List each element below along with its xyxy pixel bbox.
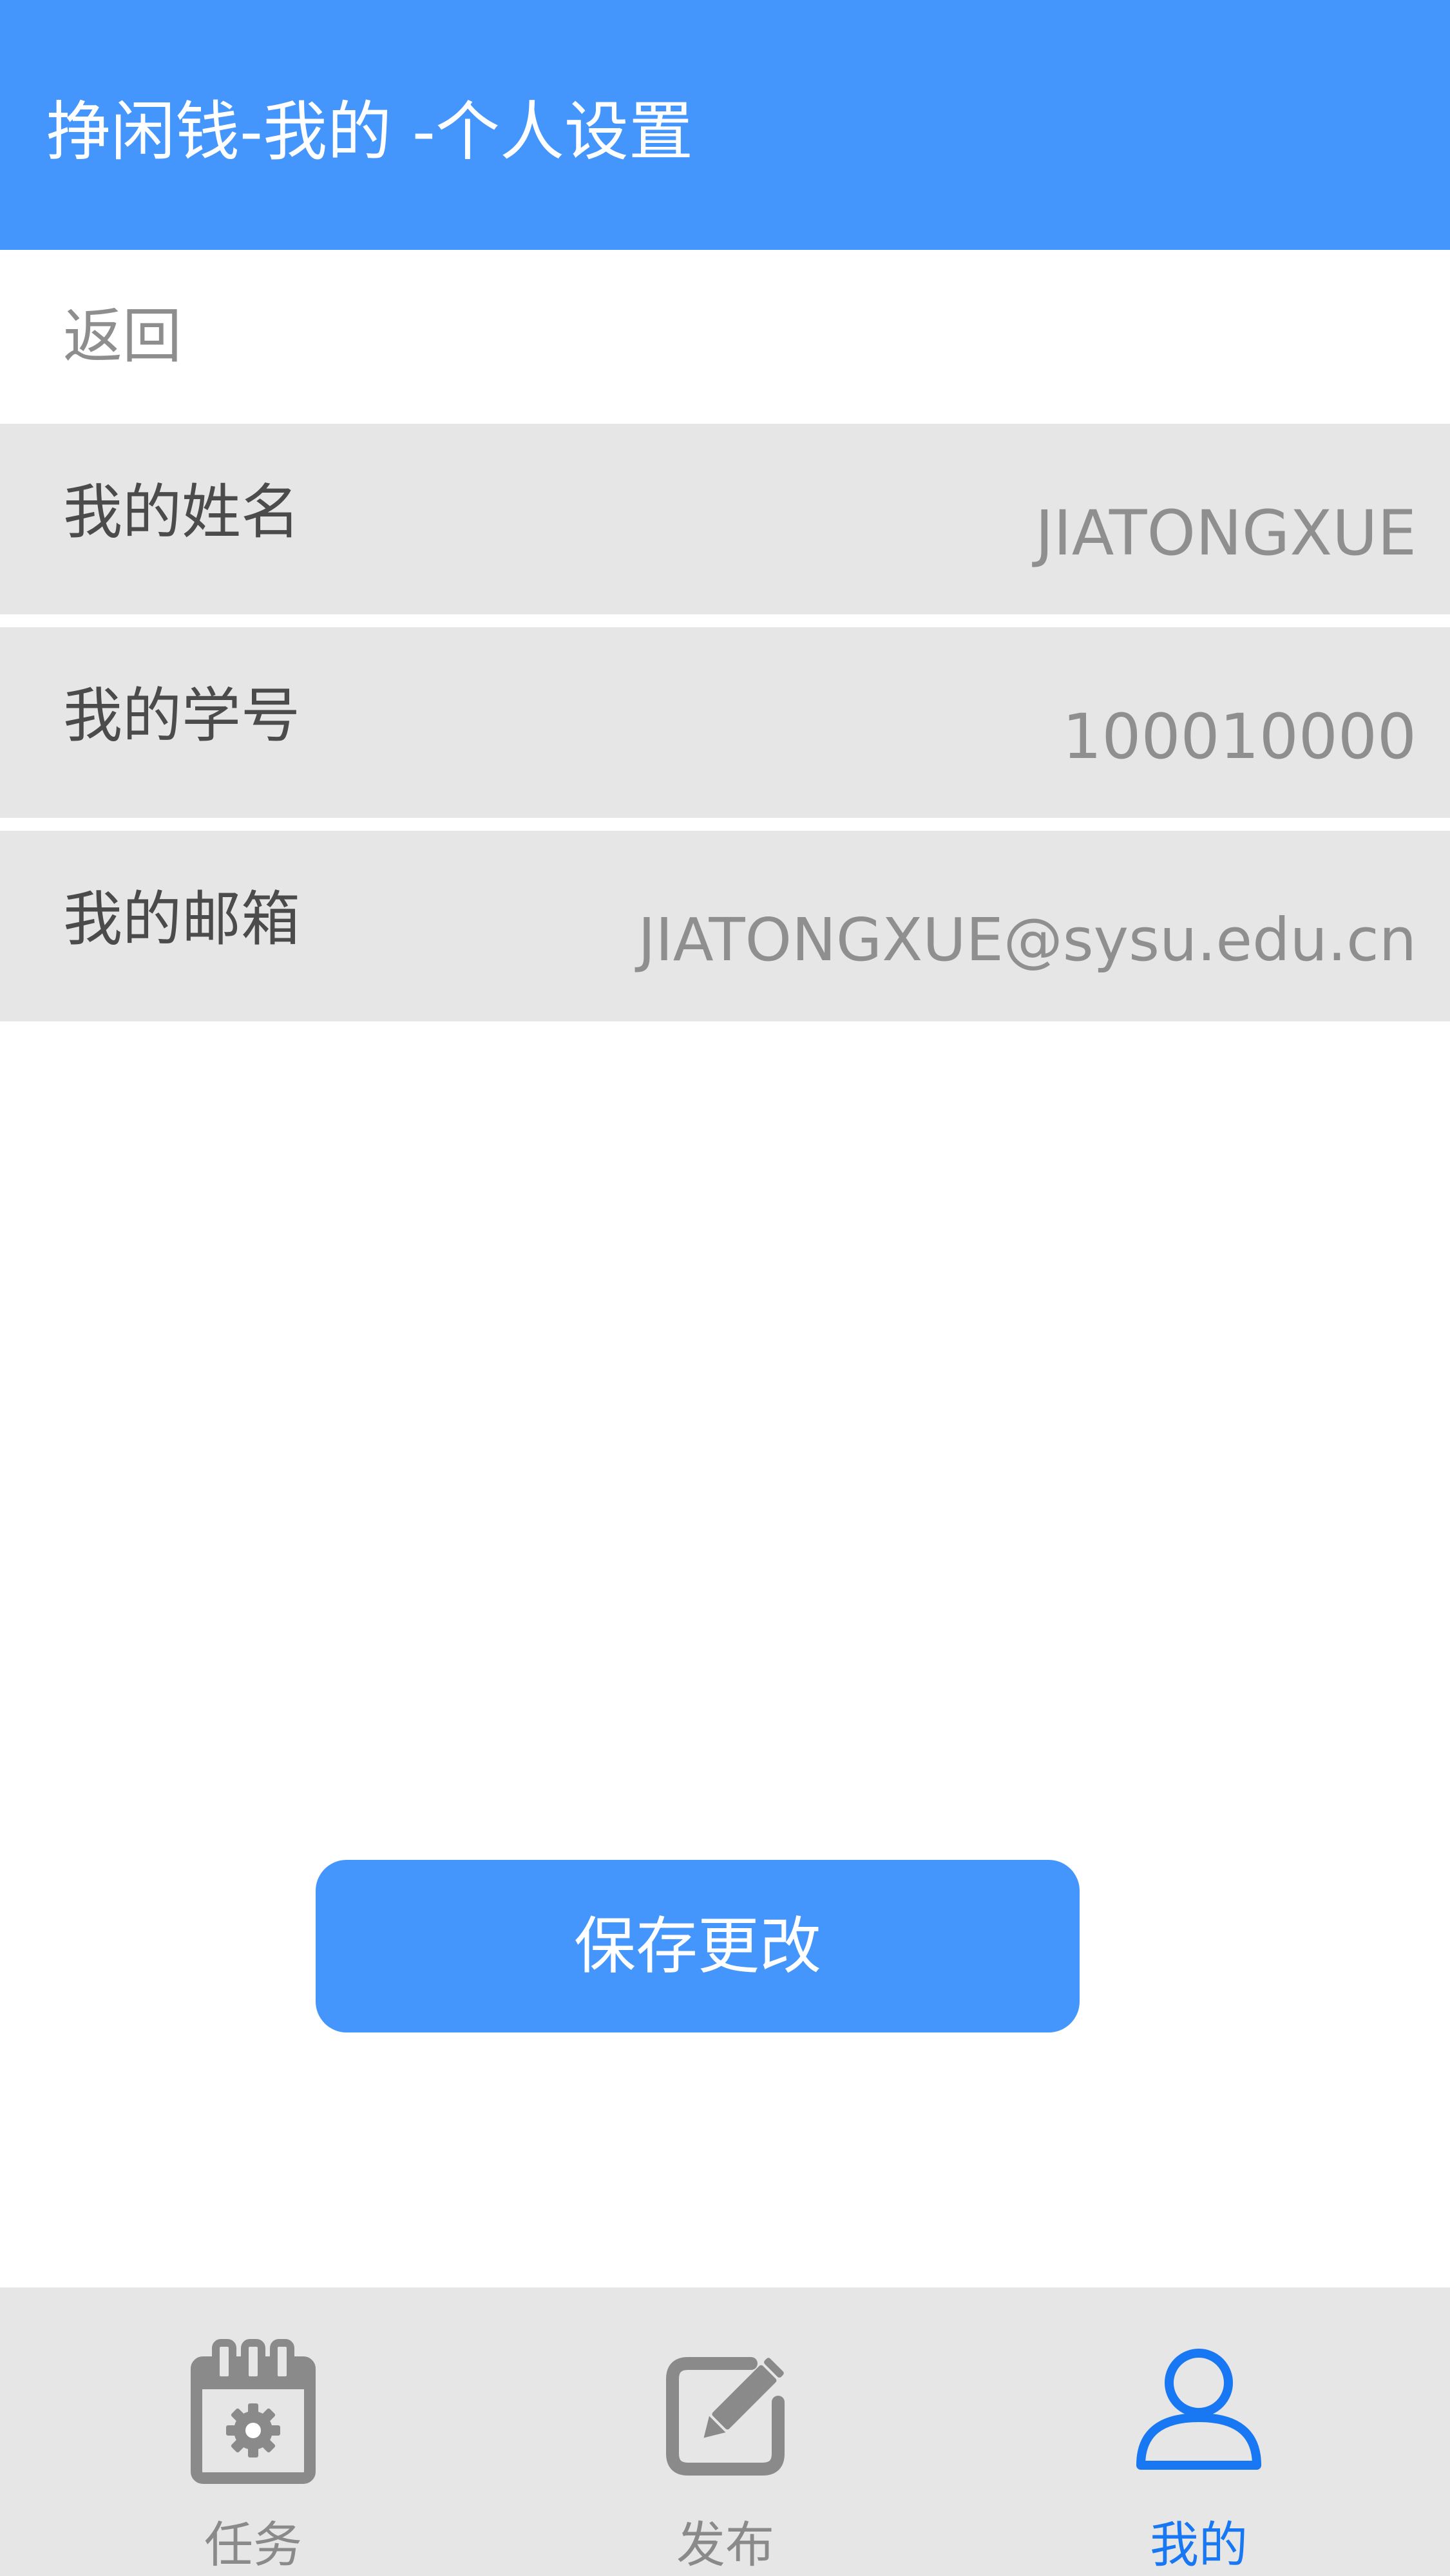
student-id-label: 我的学号 [63, 681, 301, 750]
user-icon [1136, 2349, 1261, 2470]
name-row[interactable]: 我的姓名 JIATONGXUE [0, 424, 1450, 614]
back-bar: 返回 [0, 250, 1450, 424]
tab-tasks[interactable]: 任务 [12, 2287, 495, 2576]
name-value[interactable]: JIATONGXUE [1035, 493, 1417, 573]
student-id-value[interactable]: 100010000 [1062, 697, 1417, 777]
calendar-gear-icon [191, 2339, 316, 2484]
tab-mine-label: 我的 [1150, 2516, 1248, 2573]
edit-pencil-icon [666, 2357, 785, 2476]
save-changes-button[interactable]: 保存更改 [316, 1860, 1080, 2032]
page-title: 挣闲钱-我的 -个人设置 [46, 94, 693, 169]
name-label: 我的姓名 [63, 478, 301, 547]
student-id-row[interactable]: 我的学号 100010000 [0, 627, 1450, 818]
bottom-tab-bar: 任务 发布 我的 [0, 2287, 1450, 2576]
tab-publish-label: 发布 [676, 2516, 774, 2573]
back-button[interactable]: 返回 [63, 295, 182, 379]
tab-publish[interactable]: 发布 [484, 2287, 967, 2576]
tab-mine[interactable]: 我的 [957, 2287, 1440, 2576]
email-row[interactable]: 我的邮箱 JIATONGXUE@sysu.edu.cn [0, 831, 1450, 1021]
email-label: 我的邮箱 [63, 885, 301, 954]
app-header: 挣闲钱-我的 -个人设置 [0, 0, 1450, 250]
settings-page: 挣闲钱-我的 -个人设置 返回 我的姓名 JIATONGXUE 我的学号 100… [0, 0, 1450, 2576]
email-value[interactable]: JIATONGXUE@sysu.edu.cn [638, 900, 1417, 980]
tab-tasks-label: 任务 [204, 2516, 302, 2573]
